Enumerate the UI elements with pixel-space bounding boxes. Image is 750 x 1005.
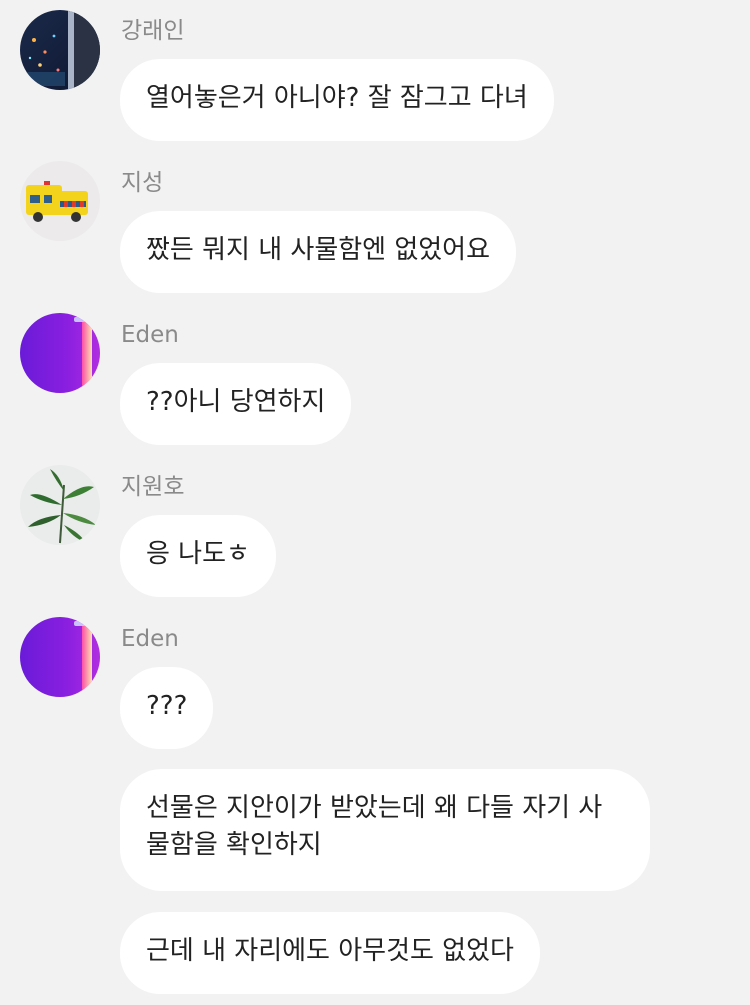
avatar[interactable] bbox=[20, 617, 100, 697]
sender-name: 강래인 bbox=[121, 18, 185, 44]
purple-neon-avatar-icon bbox=[20, 617, 100, 697]
message-bubble[interactable]: ??? bbox=[120, 667, 214, 749]
sender-name: Eden bbox=[121, 626, 179, 652]
message-bubble[interactable]: 응 나도ㅎ bbox=[120, 515, 276, 597]
night-window-avatar-icon bbox=[20, 10, 100, 90]
message-bubble[interactable]: 근데 내 자리에도 아무것도 없었다 bbox=[120, 912, 540, 994]
sender-name: 지성 bbox=[121, 170, 164, 196]
purple-neon-avatar-icon bbox=[20, 313, 100, 393]
sender-name: Eden bbox=[121, 322, 179, 348]
plant-leaves-avatar-icon bbox=[20, 465, 100, 545]
sender-name: 지원호 bbox=[121, 474, 185, 500]
ambulance-avatar-icon bbox=[20, 161, 100, 241]
message-bubble[interactable]: 열어놓은거 아니야? 잘 잠그고 다녀 bbox=[120, 59, 554, 141]
message-bubble[interactable]: 짰든 뭐지 내 사물함엔 없었어요 bbox=[120, 211, 517, 293]
message-bubble[interactable]: ??아니 당연하지 bbox=[120, 363, 352, 445]
avatar[interactable] bbox=[20, 161, 100, 241]
message-bubble[interactable]: 선물은 지안이가 받았는데 왜 다들 자기 사물함을 확인하지 bbox=[120, 769, 650, 891]
avatar[interactable] bbox=[20, 313, 100, 393]
avatar[interactable] bbox=[20, 465, 100, 545]
avatar[interactable] bbox=[20, 10, 100, 90]
